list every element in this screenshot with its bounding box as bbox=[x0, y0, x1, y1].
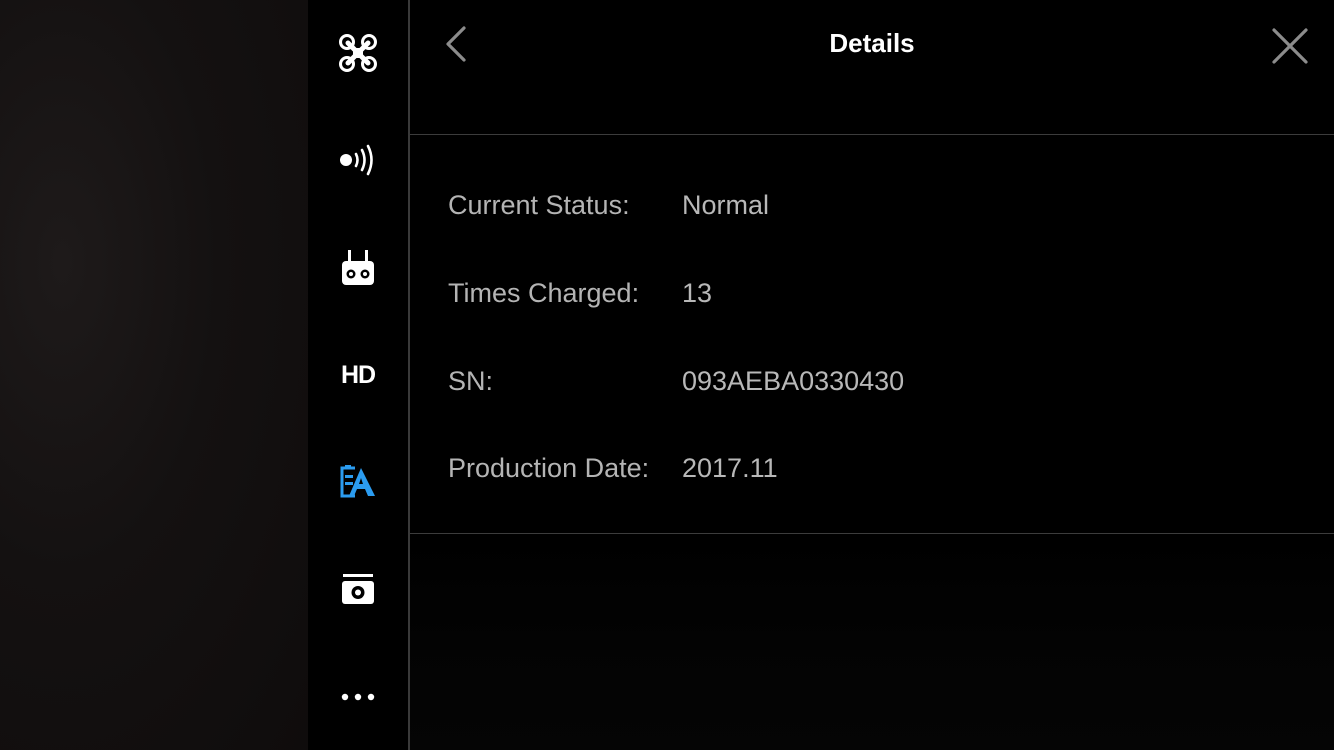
empty-lower-area bbox=[410, 534, 1334, 750]
sidebar-item-sensing[interactable] bbox=[308, 130, 408, 190]
detail-value: 2017.11 bbox=[682, 453, 778, 483]
sidebar-item-transmission[interactable]: HD bbox=[308, 345, 408, 405]
detail-row-current-status: Current Status: Normal bbox=[448, 190, 1308, 230]
detail-row-times-charged: Times Charged: 13 bbox=[448, 278, 1308, 318]
detail-label: Production Date: bbox=[448, 453, 650, 483]
hd-transmission-label: HD bbox=[340, 360, 376, 389]
sidebar-item-battery[interactable] bbox=[308, 452, 408, 512]
remote-controller-icon bbox=[342, 250, 374, 285]
detail-label: SN: bbox=[448, 366, 494, 396]
signal-icon bbox=[340, 144, 373, 176]
battery-details-panel: Details Current Status: Normal Times Cha… bbox=[410, 0, 1334, 750]
page-title: Details bbox=[829, 28, 915, 58]
close-button[interactable] bbox=[1270, 26, 1310, 66]
settings-icon-rail: HD bbox=[308, 0, 408, 750]
sidebar-item-more[interactable] bbox=[308, 667, 408, 727]
drone-icon bbox=[339, 34, 377, 72]
battery-icon bbox=[340, 465, 375, 498]
detail-row-production-date: Production Date: 2017.11 bbox=[448, 453, 1308, 493]
detail-value: Normal bbox=[682, 190, 770, 220]
detail-label: Current Status: bbox=[448, 190, 630, 220]
detail-value: 093AEBA0330430 bbox=[682, 366, 905, 396]
panel-header: Details bbox=[410, 0, 1334, 134]
camera-view-background bbox=[0, 0, 308, 750]
sidebar-item-remote-controller[interactable] bbox=[308, 238, 408, 298]
camera-icon bbox=[342, 574, 374, 604]
sidebar-item-camera[interactable] bbox=[308, 560, 408, 620]
more-icon bbox=[341, 693, 375, 701]
detail-row-sn: SN: 093AEBA0330430 bbox=[448, 366, 1308, 406]
sidebar-item-aircraft[interactable] bbox=[308, 23, 408, 83]
header-separator bbox=[410, 134, 1334, 135]
detail-value: 13 bbox=[682, 278, 713, 308]
detail-label: Times Charged: bbox=[448, 278, 640, 308]
close-icon bbox=[1272, 28, 1308, 64]
